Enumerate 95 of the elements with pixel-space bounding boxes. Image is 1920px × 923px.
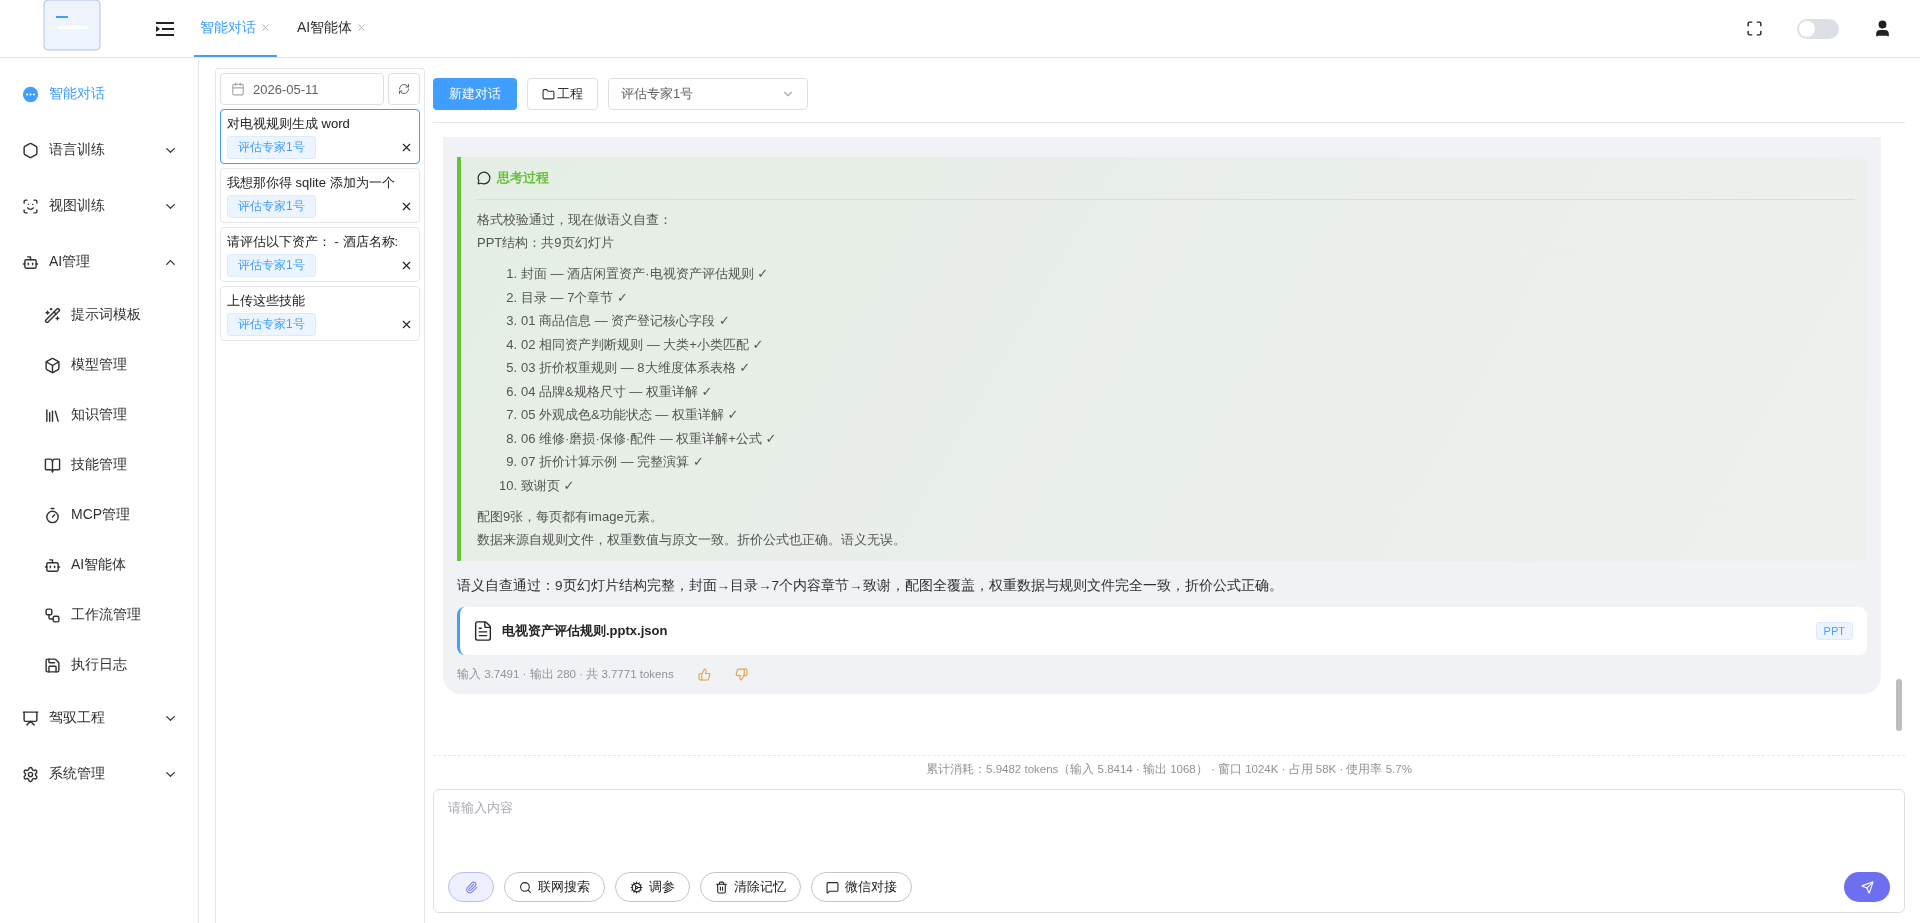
list-item: 4. 02 相同资产判断规则 — 大类+小类匹配 ✓	[505, 335, 765, 354]
conversation-title: 我想那你得 sqlite 添加为一个	[227, 174, 396, 192]
fullscreen-icon[interactable]	[1746, 20, 1763, 37]
project-button[interactable]: 工程	[527, 78, 598, 110]
file-type-badge: PPT	[1815, 622, 1853, 640]
sidebar-item[interactable]: 语言训练	[0, 122, 198, 178]
chat-icon	[22, 85, 39, 103]
sidebar-item[interactable]: 模型管理	[0, 340, 198, 390]
close-icon[interactable]	[400, 200, 413, 213]
user-icon[interactable]	[1873, 19, 1892, 38]
thumbs-down-icon[interactable]	[734, 668, 748, 681]
message-icon	[826, 880, 839, 894]
sidebar-item[interactable]: AI智能体	[0, 540, 198, 590]
cube-icon	[44, 356, 61, 374]
list-item: 8. 06 维修·磨损·保修·配件 — 权重详解+公式 ✓	[505, 429, 778, 448]
speech-bubble-icon	[477, 171, 491, 185]
summary-text: 语义自查通过：9页幻灯片结构完整，封面→目录→7个内容章节→致谢，配图全覆盖，权重数据与规则文件完全一致，折价公式正确。	[457, 577, 1284, 595]
thinking-title: 思考过程	[497, 169, 549, 187]
send-button[interactable]	[1844, 872, 1890, 902]
robot-icon	[22, 253, 39, 271]
agent-select[interactable]: 评估专家1号	[608, 78, 808, 110]
file-card[interactable]: 电视资产评估规则.pptx.json PPT	[457, 607, 1867, 655]
tool-button[interactable]: 清除记忆	[700, 872, 801, 902]
list-item: 1. 封面 — 酒店闲置资产·电视资产评估规则 ✓	[505, 265, 770, 283]
tool-button[interactable]: 调参	[615, 872, 690, 902]
sidebar-item[interactable]: 提示词模板	[0, 290, 198, 340]
agent-tag: 评估专家1号	[227, 195, 316, 218]
agent-tag: 评估专家1号	[227, 313, 316, 336]
sidebar-item[interactable]: 驾驭工程	[0, 690, 198, 746]
menu-icon[interactable]	[156, 20, 174, 37]
conversation-title: 对电视规则生成 word	[227, 115, 351, 133]
sidebar-item[interactable]: 知识管理	[0, 390, 198, 440]
agent-tag: 评估专家1号	[227, 136, 316, 159]
list-item: 10. 致谢页 ✓	[497, 476, 576, 495]
sidebar-item[interactable]: 系统管理	[0, 746, 198, 802]
settings-icon	[22, 765, 39, 783]
workflow-icon	[44, 606, 61, 624]
gear-icon	[630, 880, 643, 894]
message-input[interactable]: 请输入内容	[448, 800, 1890, 872]
date-field[interactable]: 2026-05-11	[220, 73, 384, 105]
folder-icon	[542, 87, 555, 101]
close-icon[interactable]	[400, 259, 413, 272]
send-icon	[1860, 880, 1874, 894]
thinking-text: PPT结构：共9页幻灯片	[477, 234, 615, 252]
paperclip-icon	[464, 880, 478, 894]
conversation-card[interactable]: 上传这些技能 评估专家1号	[220, 286, 420, 341]
wand-icon	[44, 306, 61, 324]
books-icon	[44, 406, 61, 424]
file-name: 电视资产评估规则.pptx.json	[502, 622, 669, 640]
tool-button[interactable]: 联网搜索	[504, 872, 605, 902]
face-scan-icon	[22, 197, 39, 215]
document-icon	[472, 620, 494, 642]
trash-icon	[715, 880, 728, 894]
thinking-text: 格式校验通过，现在做语义自查：	[477, 211, 673, 229]
close-icon[interactable]	[400, 318, 413, 331]
robot-icon	[44, 556, 61, 574]
thumbs-up-icon[interactable]	[697, 668, 711, 681]
list-item: 7. 05 外观成色&功能状态 — 权重详解 ✓	[505, 406, 740, 424]
list-item: 3. 01 商品信息 — 资产登记核心字段 ✓	[505, 312, 731, 330]
list-item: 2. 目录 — 7个章节 ✓	[505, 288, 629, 307]
hexagon-icon	[22, 141, 39, 159]
sidebar-item[interactable]: 技能管理	[0, 440, 198, 490]
conversation-card[interactable]: 我想那你得 sqlite 添加为一个 评估专家1号	[220, 168, 420, 223]
conversation-card[interactable]: 请评估以下资产： - 酒店名称: 评估专家1号	[220, 227, 420, 282]
refresh-icon	[398, 83, 410, 95]
token-meta: 输入 3.7491 · 输出 280 · 共 3.7771 tokens	[457, 667, 674, 682]
conversation-title: 上传这些技能	[227, 292, 306, 310]
attach-button[interactable]	[448, 872, 494, 902]
close-icon[interactable]	[400, 141, 413, 154]
list-item: 6. 04 品牌&规格尺寸 — 权重详解 ✓	[505, 382, 714, 401]
thinking-text: 数据来源自规则文件，权重数值与原文一致。折价公式也正确。语义无误。	[477, 531, 907, 549]
tool-button[interactable]: 微信对接	[811, 872, 912, 902]
timer-icon	[44, 506, 61, 524]
conversation-card[interactable]: 对电视规则生成 word 评估专家1号	[220, 109, 420, 164]
presentation-icon	[22, 709, 39, 727]
open-book-icon	[44, 456, 61, 474]
composer-panel[interactable]: 请输入内容 联网搜索 调参 清除记忆 微信对接	[433, 789, 1905, 913]
conversation-title: 请评估以下资产： - 酒店名称:	[227, 233, 400, 251]
scrollbar-thumb[interactable]	[1896, 679, 1902, 731]
tab[interactable]: AI智能体	[291, 0, 374, 57]
list-item: 9. 07 折价计算示例 — 完整演算 ✓	[505, 453, 705, 471]
agent-tag: 评估专家1号	[227, 254, 316, 277]
sidebar-item[interactable]: 执行日志	[0, 640, 198, 690]
sidebar-item[interactable]: MCP管理	[0, 490, 198, 540]
usage-text: 累计消耗：5.9482 tokens（输入 5.8414 · 输出 1068） · 窗口 1024K · 占用 58K · 使用率 5.7%	[925, 762, 1413, 777]
floppy-icon	[44, 656, 61, 674]
sidebar-item[interactable]: 视图训练	[0, 178, 198, 234]
sidebar-item[interactable]: 工作流管理	[0, 590, 198, 640]
list-item: 5. 03 折价权重规则 — 8大维度体系表格 ✓	[505, 359, 752, 377]
search-icon	[519, 880, 532, 894]
theme-switch[interactable]	[1797, 18, 1839, 39]
sidebar-item[interactable]: AI管理	[0, 234, 198, 290]
thinking-text: 配图9张，每页都有image元素。	[477, 508, 664, 526]
refresh-button[interactable]	[388, 73, 420, 105]
calendar-icon	[231, 82, 245, 96]
